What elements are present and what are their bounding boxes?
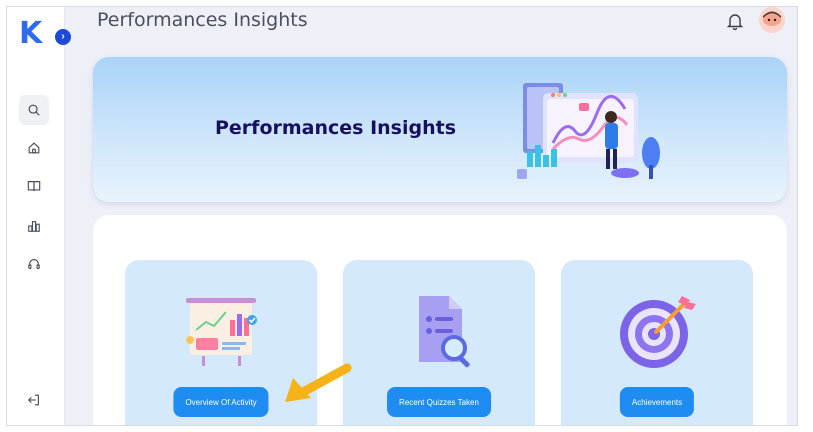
analytics-illustration-icon (517, 83, 660, 179)
notifications-button[interactable] (725, 11, 745, 31)
overview-of-activity-button[interactable]: Overview Of Activity (173, 387, 269, 417)
sidebar-item-stats[interactable] (19, 211, 49, 241)
sidebar-item-support[interactable] (19, 249, 49, 279)
hero-banner: Performances Insights (93, 57, 787, 202)
card-achievements[interactable]: Achievements (561, 260, 753, 425)
sidebar-item-home[interactable] (19, 133, 49, 163)
achievements-button[interactable]: Achievements (619, 387, 695, 417)
page-title: Performances Insights (97, 9, 308, 31)
sidebar-item-search[interactable] (19, 95, 49, 125)
document-search-icon (419, 296, 470, 368)
logo-letter: K (19, 16, 42, 51)
avatar-face-icon (759, 7, 785, 33)
target-arrow-icon (620, 296, 696, 368)
logout-icon (27, 394, 39, 406)
sidebar-item-courses[interactable] (19, 171, 49, 201)
bell-icon (726, 14, 744, 31)
user-avatar[interactable] (759, 7, 785, 33)
app-logo[interactable]: K › (19, 16, 71, 53)
app-window: K › Performances Insights Performances I… (6, 6, 798, 426)
sidebar-item-logout[interactable] (19, 385, 49, 415)
search-icon (28, 104, 40, 116)
home-icon (28, 142, 40, 154)
recent-quizzes-taken-button[interactable]: Recent Quizzes Taken (387, 387, 491, 417)
feature-panel: Overview Of Activity Recent Quizzes Take… (93, 215, 787, 425)
book-icon (27, 181, 41, 191)
presentation-chart-icon (186, 298, 257, 366)
sidebar: K › (7, 7, 71, 425)
banner-title: Performances Insights (215, 117, 457, 139)
expand-sidebar-icon[interactable]: › (55, 29, 71, 45)
headset-icon (28, 259, 40, 269)
card-recent-quizzes[interactable]: Recent Quizzes Taken (343, 260, 535, 425)
bar-chart-icon (28, 221, 40, 232)
pointer-arrow-icon (285, 363, 352, 402)
